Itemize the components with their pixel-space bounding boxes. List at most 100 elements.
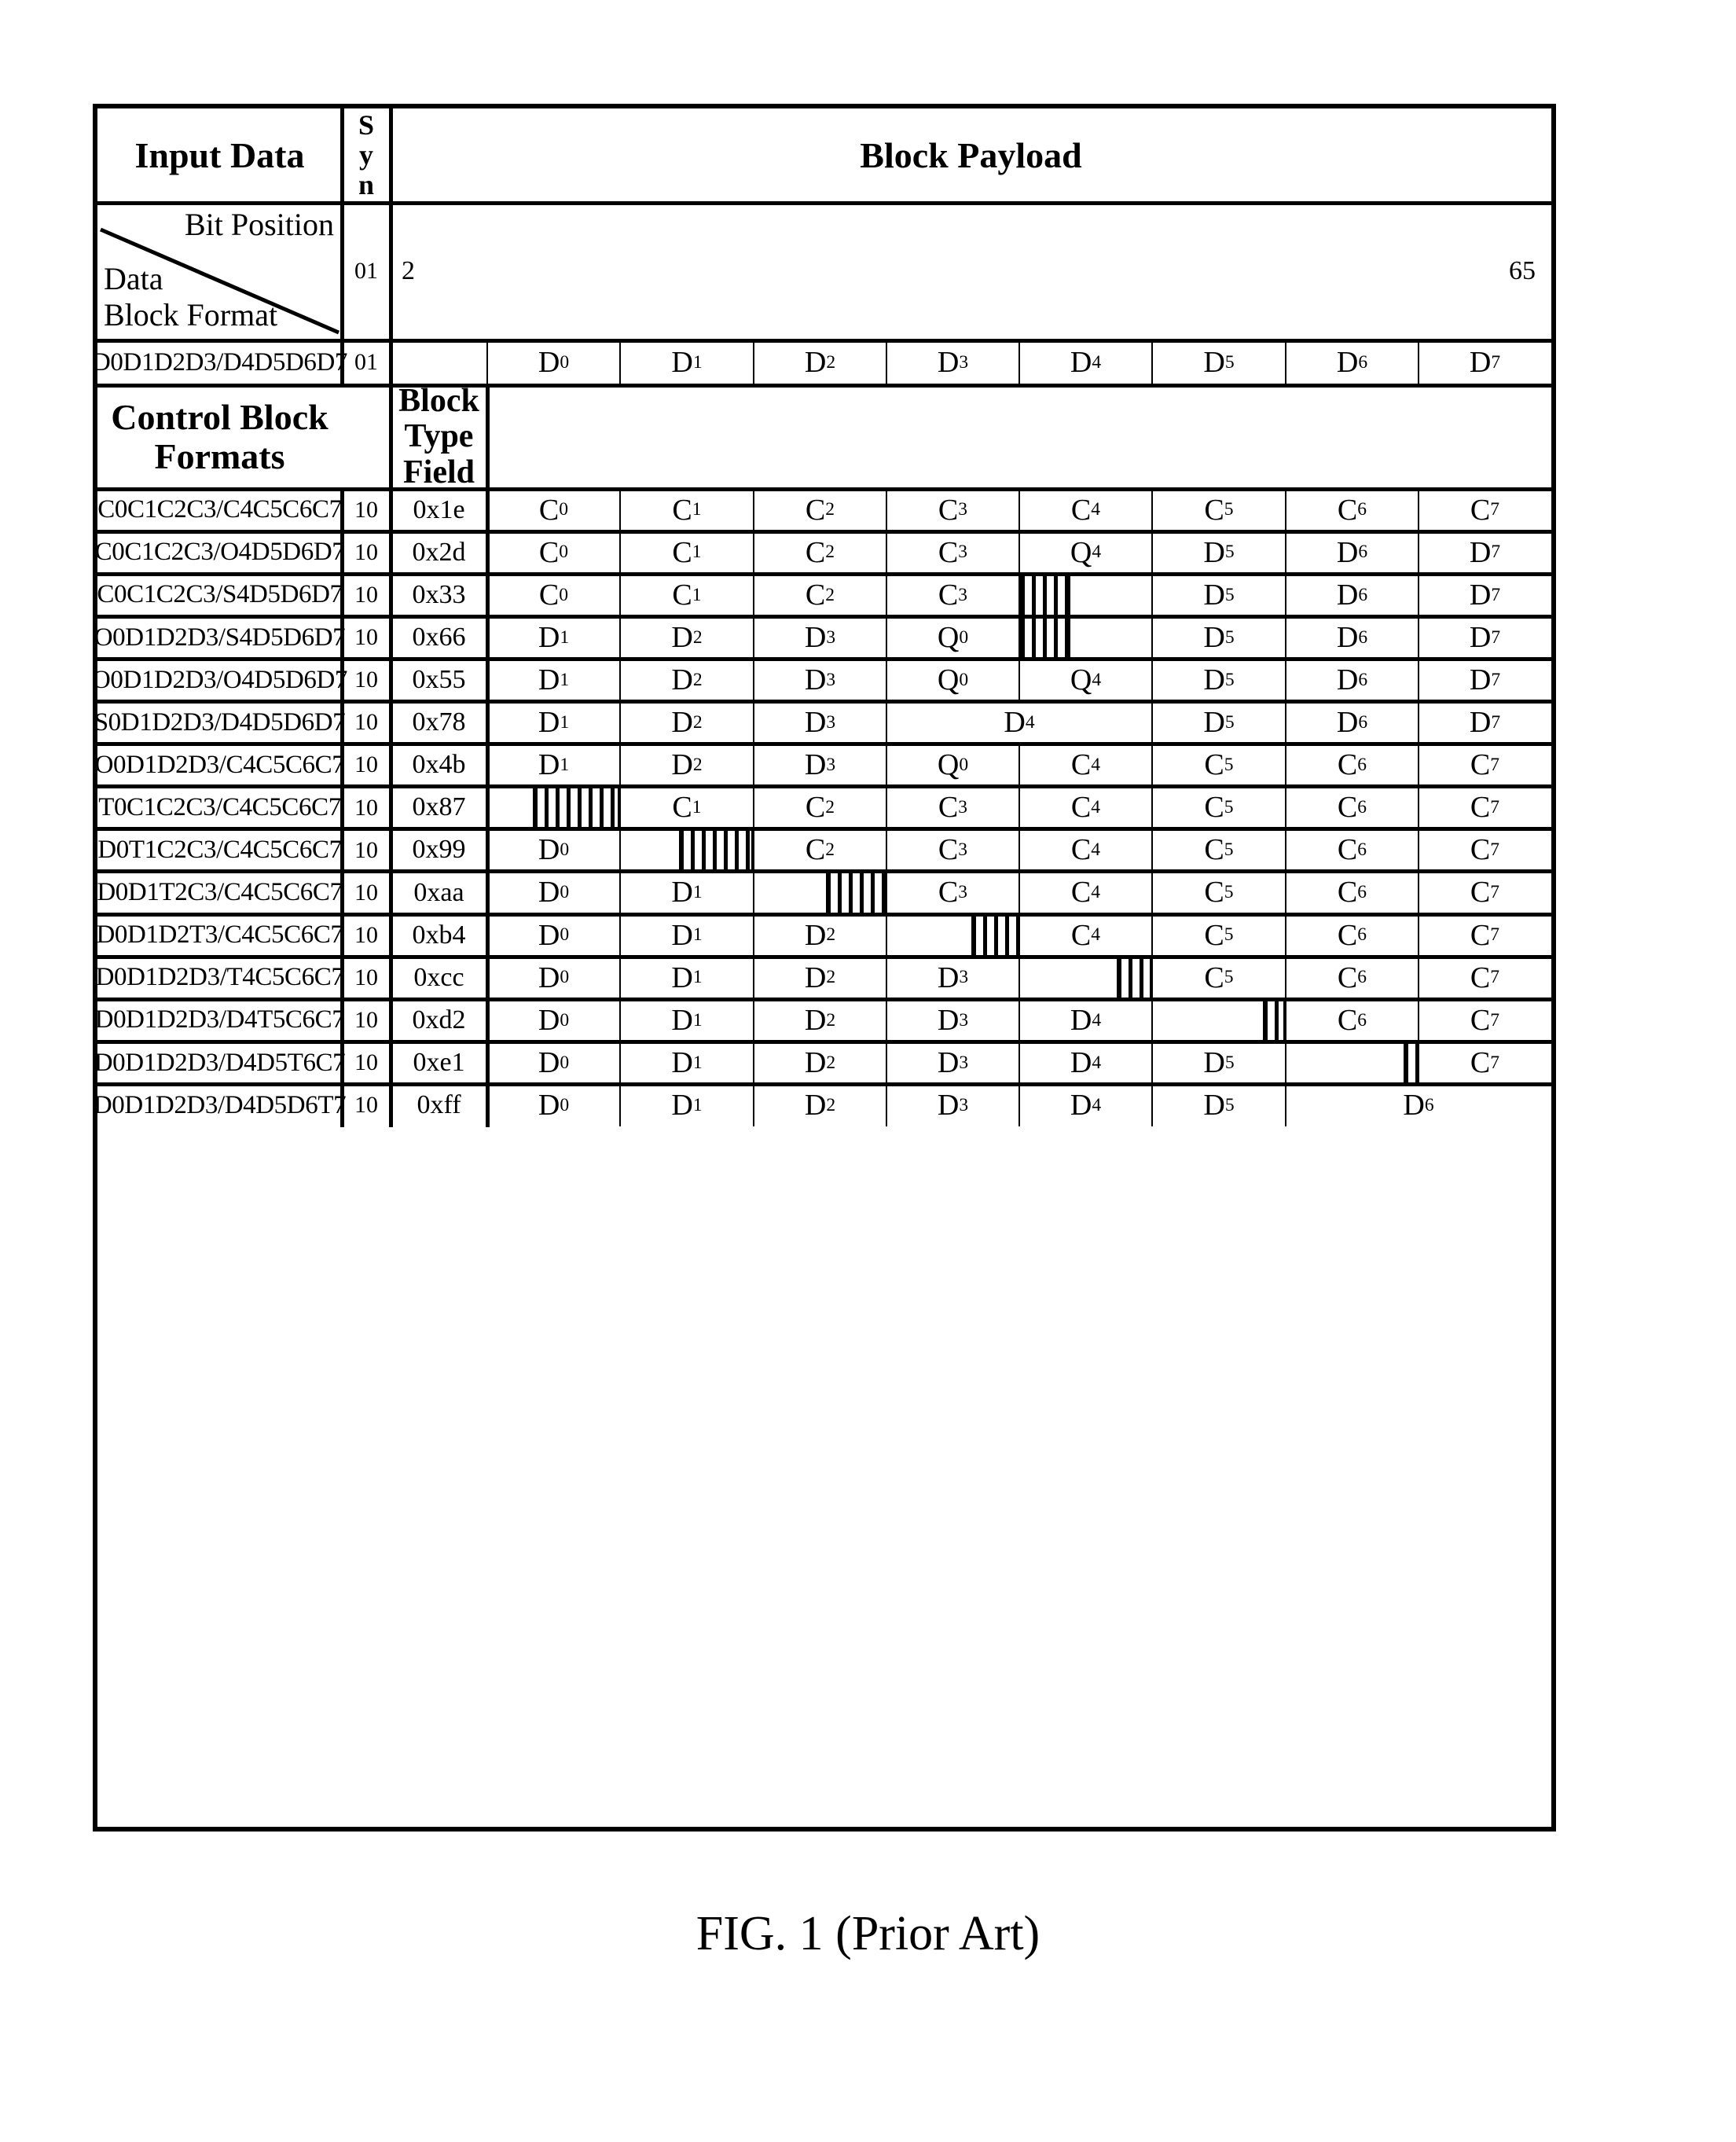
control-row-cell-7: C7 bbox=[1470, 493, 1500, 527]
table-gridline-vertical bbox=[1151, 957, 1153, 1000]
control-row-format-name: C0C1C2C3/O4D5D6D7 bbox=[94, 538, 345, 567]
table-gridline-vertical bbox=[339, 108, 344, 385]
control-row-format-name: C0C1C2C3/S4D5D6D7 bbox=[97, 580, 343, 609]
control-row-cell-6: C6 bbox=[1337, 748, 1367, 782]
control-row-cell-1: D1 bbox=[671, 1045, 703, 1079]
control-row-cell-7: C7 bbox=[1470, 918, 1500, 952]
block-type-field-line-2: Field bbox=[403, 454, 475, 490]
table-gridline-vertical bbox=[1069, 574, 1070, 617]
control-row-cell-5: D5 bbox=[1203, 620, 1235, 654]
table-gridline-vertical bbox=[1285, 914, 1286, 957]
control-row-cell-2: D2 bbox=[804, 1088, 836, 1122]
table-gridline-vertical bbox=[1418, 957, 1419, 1000]
control-row-cell-6: C6 bbox=[1337, 833, 1367, 867]
table-gridline-vertical bbox=[1418, 701, 1419, 744]
table-gridline-vertical bbox=[388, 385, 393, 1127]
table-gridline-vertical bbox=[1151, 616, 1153, 660]
control-row-cell-6: C6 bbox=[1337, 1003, 1367, 1037]
control-row-format-name: C0C1C2C3/C4C5C6C7 bbox=[97, 495, 342, 524]
data-row-cell-6: D6 bbox=[1336, 345, 1368, 379]
control-row-cell-3: C3 bbox=[938, 791, 968, 825]
control-row-block-type: 0xe1 bbox=[413, 1047, 465, 1077]
control-row-block-type: 0x4b bbox=[412, 750, 466, 780]
control-row-cell-1: C1 bbox=[672, 791, 702, 825]
control-row-cell-4: C4 bbox=[1070, 876, 1101, 909]
sync-label-char-1: y bbox=[359, 139, 373, 171]
control-row-cell-4: C4 bbox=[1070, 493, 1101, 527]
control-row-block-type: 0x78 bbox=[412, 707, 466, 737]
control-row-cell-2: D3 bbox=[804, 663, 836, 696]
control-row-cell-6: C6 bbox=[1337, 493, 1367, 527]
control-row-cell-0: D1 bbox=[538, 748, 570, 782]
sync-label-char-0: S bbox=[358, 109, 375, 141]
control-row-cell-5: D5 bbox=[1203, 535, 1235, 569]
table-gridline-vertical bbox=[1151, 489, 1153, 532]
table-gridline-vertical bbox=[1285, 1042, 1286, 1085]
control-row-sync: 10 bbox=[354, 836, 378, 863]
table-gridline-vertical bbox=[886, 659, 887, 702]
table-gridline-vertical bbox=[753, 1042, 754, 1085]
table-gridline-vertical bbox=[886, 999, 887, 1042]
table-gridline-horizontal bbox=[97, 656, 1551, 661]
table-gridline-vertical bbox=[1263, 999, 1264, 1042]
control-row-cell-3: D4 bbox=[1004, 706, 1035, 740]
table-gridline-vertical bbox=[1418, 999, 1419, 1042]
table-gridline-vertical bbox=[1418, 744, 1419, 787]
table-gridline-horizontal bbox=[97, 338, 1551, 343]
table-gridline-vertical bbox=[753, 914, 754, 957]
table-gridline-vertical bbox=[1020, 574, 1022, 617]
table-gridline-horizontal bbox=[97, 487, 1551, 491]
control-row-sync: 10 bbox=[354, 879, 378, 906]
control-row-cell-0: D0 bbox=[538, 876, 570, 909]
table-gridline-vertical bbox=[753, 659, 754, 702]
control-row-cell-3: C3 bbox=[938, 578, 968, 612]
control-row-sync: 10 bbox=[354, 921, 378, 948]
control-row-cell-2: D2 bbox=[804, 918, 836, 952]
table-gridline-vertical bbox=[1020, 616, 1022, 660]
table-gridline-vertical bbox=[886, 957, 887, 1000]
table-gridline-vertical bbox=[1285, 340, 1286, 385]
control-row-cell-2: C2 bbox=[805, 535, 835, 569]
table-gridline-horizontal bbox=[97, 784, 1551, 789]
control-row-sync: 10 bbox=[354, 538, 378, 565]
control-row-cell-0: C0 bbox=[538, 493, 569, 527]
table-gridline-vertical bbox=[1151, 914, 1153, 957]
table-gridline-horizontal bbox=[391, 200, 1551, 205]
header-sync-label: Syn bbox=[342, 108, 391, 203]
table-gridline-vertical bbox=[1018, 1084, 1020, 1127]
table-gridline-horizontal bbox=[97, 827, 1551, 832]
table-gridline-horizontal bbox=[97, 571, 1551, 576]
control-row-cell-4: D5 bbox=[1203, 706, 1235, 740]
table-gridline-vertical bbox=[753, 1084, 754, 1127]
table-gridline-vertical bbox=[753, 701, 754, 744]
table-gridline-vertical bbox=[619, 999, 621, 1042]
hatched-cell-0xb4 bbox=[972, 916, 1018, 956]
table-gridline-horizontal bbox=[97, 912, 1551, 917]
table-gridline-vertical bbox=[886, 871, 887, 914]
control-row-cell-6: C6 bbox=[1337, 961, 1367, 994]
table-gridline-vertical bbox=[1418, 531, 1419, 575]
control-row-sync: 10 bbox=[354, 709, 378, 736]
control-row-cell-3: D3 bbox=[937, 961, 969, 994]
table-gridline-vertical bbox=[1285, 1084, 1286, 1127]
control-row-cell-6: C6 bbox=[1337, 876, 1367, 909]
table-gridline-vertical bbox=[753, 531, 754, 575]
control-row-cell-0: D0 bbox=[538, 1045, 570, 1079]
control-row-cell-0: D0 bbox=[538, 961, 570, 994]
table-gridline-vertical bbox=[1151, 829, 1153, 872]
hatched-cell-0x87 bbox=[534, 788, 618, 828]
control-row-cell-5: D5 bbox=[1203, 1088, 1235, 1122]
data-row-cell-3: D3 bbox=[937, 345, 969, 379]
control-row-cell-0: D0 bbox=[538, 918, 570, 952]
table-gridline-horizontal bbox=[97, 1082, 1551, 1086]
control-row-format-name: D0D1D2D3/D4D5T6C7 bbox=[94, 1048, 346, 1077]
control-row-cell-7: C7 bbox=[1470, 791, 1500, 825]
control-row-format-name: D0D1D2D3/D4D5D6T7 bbox=[93, 1090, 347, 1119]
table-gridline-vertical bbox=[886, 489, 887, 532]
table-gridline-vertical bbox=[1285, 616, 1286, 660]
table-gridline-vertical bbox=[1151, 574, 1153, 617]
table-gridline-vertical bbox=[619, 701, 621, 744]
table-gridline-vertical bbox=[753, 616, 754, 660]
table-gridline-vertical bbox=[1418, 340, 1419, 385]
table-gridline-vertical bbox=[1285, 829, 1286, 872]
